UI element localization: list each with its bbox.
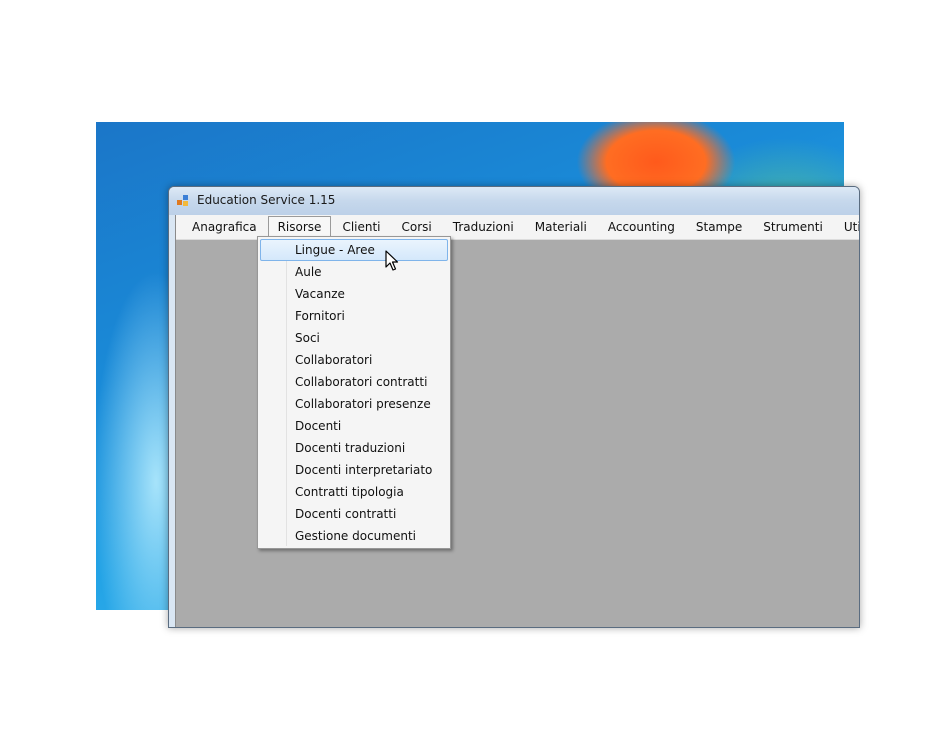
menu-item-docenti[interactable]: Docenti <box>260 415 448 437</box>
menu-item-docenti-contratti[interactable]: Docenti contratti <box>260 503 448 525</box>
menu-item-fornitori[interactable]: Fornitori <box>260 305 448 327</box>
menu-utility[interactable]: Utility <box>834 216 859 238</box>
menu-anagrafica[interactable]: Anagrafica <box>182 216 267 238</box>
menu-item-lingue-aree[interactable]: Lingue - Aree <box>260 239 448 261</box>
menu-item-gestione-documenti[interactable]: Gestione documenti <box>260 525 448 547</box>
mouse-pointer-icon <box>385 250 399 271</box>
menu-traduzioni[interactable]: Traduzioni <box>443 216 524 238</box>
menu-item-collaboratori[interactable]: Collaboratori <box>260 349 448 371</box>
menu-accounting[interactable]: Accounting <box>598 216 685 238</box>
menu-item-docenti-interpretariato[interactable]: Docenti interpretariato <box>260 459 448 481</box>
menu-corsi[interactable]: Corsi <box>392 216 442 238</box>
menu-risorse[interactable]: Risorse <box>267 216 332 238</box>
menu-clienti[interactable]: Clienti <box>332 216 390 238</box>
menu-item-aule[interactable]: Aule <box>260 261 448 283</box>
menu-item-vacanze[interactable]: Vacanze <box>260 283 448 305</box>
menu-materiali[interactable]: Materiali <box>525 216 597 238</box>
risorse-dropdown-menu: Lingue - Aree Aule Vacanze Fornitori Soc… <box>257 236 451 549</box>
menu-item-soci[interactable]: Soci <box>260 327 448 349</box>
window-title: Education Service 1.15 <box>197 193 336 207</box>
menu-stampe[interactable]: Stampe <box>686 216 752 238</box>
menu-item-collaboratori-contratti[interactable]: Collaboratori contratti <box>260 371 448 393</box>
menu-item-contratti-tipologia[interactable]: Contratti tipologia <box>260 481 448 503</box>
menu-item-docenti-traduzioni[interactable]: Docenti traduzioni <box>260 437 448 459</box>
menu-item-collaboratori-presenze[interactable]: Collaboratori presenze <box>260 393 448 415</box>
title-bar[interactable]: Education Service 1.15 <box>169 187 859 215</box>
menu-strumenti[interactable]: Strumenti <box>753 216 833 238</box>
app-icon <box>177 195 189 207</box>
